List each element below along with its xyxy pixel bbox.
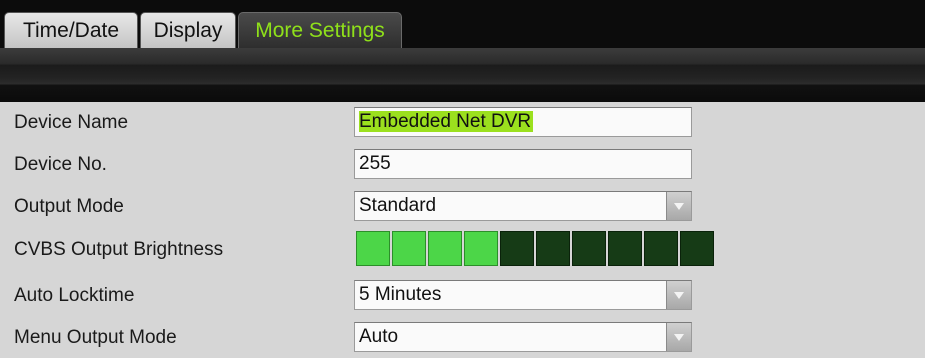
brightness-segment[interactable] <box>536 231 570 266</box>
auto-locktime-label: Auto Locktime <box>14 285 135 306</box>
brightness-segment[interactable] <box>644 231 678 266</box>
device-no-label: Device No. <box>14 154 107 175</box>
auto-locktime-value: 5 Minutes <box>359 284 442 305</box>
output-mode-label: Output Mode <box>14 196 124 217</box>
chevron-down-icon[interactable] <box>666 281 691 309</box>
brightness-segment[interactable] <box>356 231 390 266</box>
brightness-segment[interactable] <box>392 231 426 266</box>
header-band <box>0 48 925 102</box>
tab-time-date[interactable]: Time/Date <box>4 12 138 48</box>
output-mode-row: Output Mode Standard <box>0 186 925 225</box>
brightness-segment[interactable] <box>608 231 642 266</box>
brightness-segment[interactable] <box>680 231 714 266</box>
device-no-row: Device No. 255 <box>0 144 925 183</box>
chevron-down-icon[interactable] <box>666 323 691 351</box>
device-no-input[interactable]: 255 <box>354 149 692 179</box>
menu-output-mode-row: Menu Output Mode Auto <box>0 317 925 356</box>
menu-output-mode-value: Auto <box>359 326 399 347</box>
settings-panel: Device Name Embedded Net DVR Device No. … <box>0 102 925 358</box>
auto-locktime-select[interactable]: 5 Minutes <box>354 280 692 310</box>
output-mode-select[interactable]: Standard <box>354 191 692 221</box>
tab-more-settings[interactable]: More Settings <box>238 12 402 48</box>
tab-display[interactable]: Display <box>140 12 236 48</box>
brightness-segment[interactable] <box>464 231 498 266</box>
device-name-label: Device Name <box>14 112 129 133</box>
more-settings-window: Time/Date Display More Settings Device N… <box>0 0 925 358</box>
output-mode-value: Standard <box>359 195 437 216</box>
device-name-value: Embedded Net DVR <box>359 111 534 132</box>
device-no-value: 255 <box>359 153 391 174</box>
device-name-input[interactable]: Embedded Net DVR <box>354 107 692 137</box>
brightness-segment[interactable] <box>500 231 534 266</box>
cvbs-brightness-row: CVBS Output Brightness <box>0 229 925 268</box>
brightness-segment[interactable] <box>572 231 606 266</box>
menu-output-mode-select[interactable]: Auto <box>354 322 692 352</box>
auto-locktime-row: Auto Locktime 5 Minutes <box>0 275 925 314</box>
cvbs-brightness-slider[interactable] <box>356 231 714 266</box>
device-name-row: Device Name Embedded Net DVR <box>0 102 925 141</box>
brightness-segment[interactable] <box>428 231 462 266</box>
chevron-down-icon[interactable] <box>666 192 691 220</box>
menu-output-mode-label: Menu Output Mode <box>14 327 177 348</box>
cvbs-brightness-label: CVBS Output Brightness <box>14 239 224 260</box>
tab-bar: Time/Date Display More Settings <box>0 0 925 48</box>
